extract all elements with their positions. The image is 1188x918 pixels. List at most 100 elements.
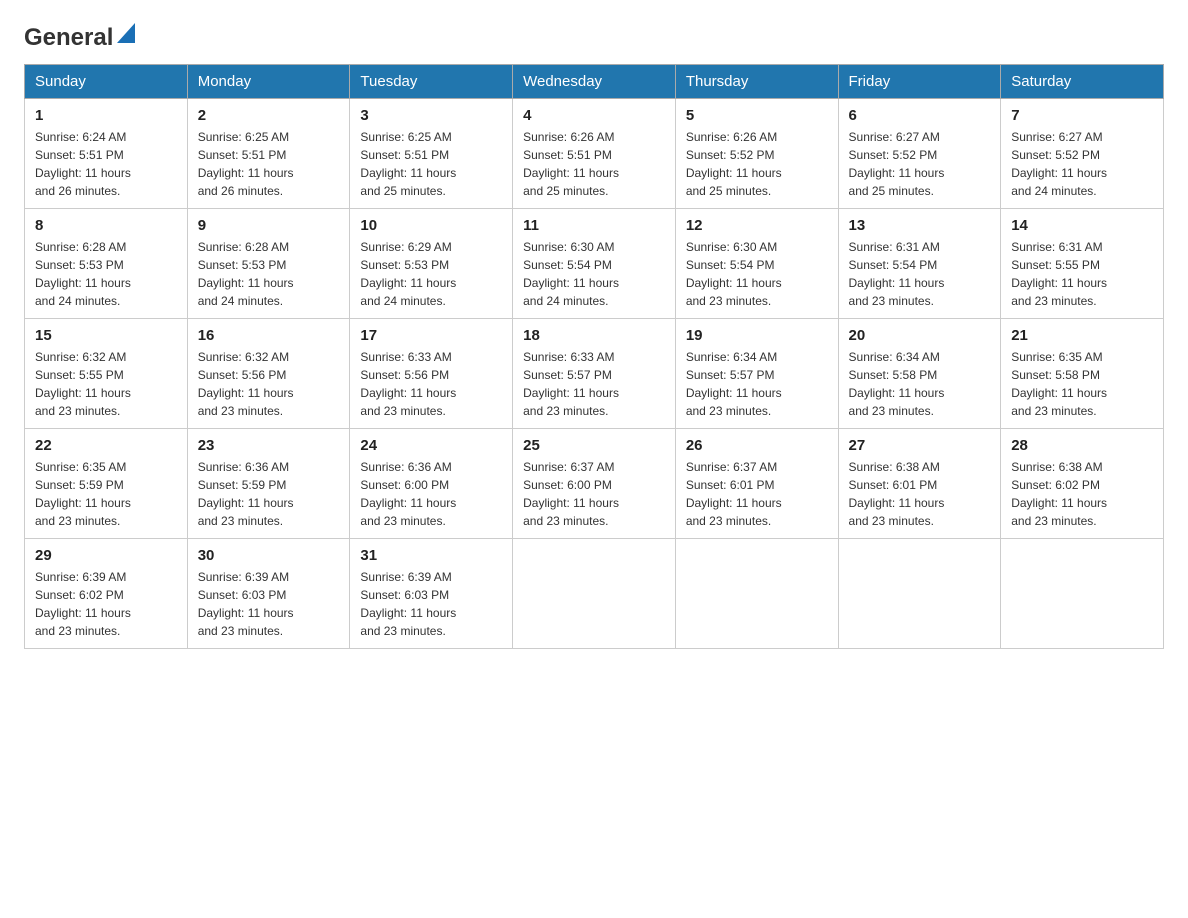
day-number: 1 (35, 107, 177, 124)
day-info: Sunrise: 6:27 AM Sunset: 5:52 PM Dayligh… (849, 128, 991, 200)
calendar-cell (1001, 539, 1164, 649)
day-number: 15 (35, 327, 177, 344)
day-number: 3 (360, 107, 502, 124)
day-info: Sunrise: 6:28 AM Sunset: 5:53 PM Dayligh… (35, 238, 177, 310)
day-info: Sunrise: 6:33 AM Sunset: 5:56 PM Dayligh… (360, 348, 502, 420)
day-number: 10 (360, 217, 502, 234)
calendar-cell: 18 Sunrise: 6:33 AM Sunset: 5:57 PM Dayl… (513, 319, 676, 429)
calendar-cell: 12 Sunrise: 6:30 AM Sunset: 5:54 PM Dayl… (675, 209, 838, 319)
day-info: Sunrise: 6:38 AM Sunset: 6:02 PM Dayligh… (1011, 458, 1153, 530)
calendar-cell: 16 Sunrise: 6:32 AM Sunset: 5:56 PM Dayl… (187, 319, 350, 429)
calendar-cell: 13 Sunrise: 6:31 AM Sunset: 5:54 PM Dayl… (838, 209, 1001, 319)
day-number: 19 (686, 327, 828, 344)
day-number: 31 (360, 547, 502, 564)
calendar-cell: 1 Sunrise: 6:24 AM Sunset: 5:51 PM Dayli… (25, 99, 188, 209)
calendar-cell: 20 Sunrise: 6:34 AM Sunset: 5:58 PM Dayl… (838, 319, 1001, 429)
day-number: 25 (523, 437, 665, 454)
calendar-table: SundayMondayTuesdayWednesdayThursdayFrid… (24, 64, 1164, 649)
calendar-cell: 26 Sunrise: 6:37 AM Sunset: 6:01 PM Dayl… (675, 429, 838, 539)
day-number: 6 (849, 107, 991, 124)
day-number: 28 (1011, 437, 1153, 454)
calendar-cell: 2 Sunrise: 6:25 AM Sunset: 5:51 PM Dayli… (187, 99, 350, 209)
day-info: Sunrise: 6:25 AM Sunset: 5:51 PM Dayligh… (360, 128, 502, 200)
calendar-cell: 24 Sunrise: 6:36 AM Sunset: 6:00 PM Dayl… (350, 429, 513, 539)
calendar-cell: 31 Sunrise: 6:39 AM Sunset: 6:03 PM Dayl… (350, 539, 513, 649)
page-header: General (24, 24, 1164, 48)
day-number: 22 (35, 437, 177, 454)
day-info: Sunrise: 6:30 AM Sunset: 5:54 PM Dayligh… (523, 238, 665, 310)
day-number: 2 (198, 107, 340, 124)
calendar-cell: 7 Sunrise: 6:27 AM Sunset: 5:52 PM Dayli… (1001, 99, 1164, 209)
day-info: Sunrise: 6:31 AM Sunset: 5:55 PM Dayligh… (1011, 238, 1153, 310)
day-info: Sunrise: 6:33 AM Sunset: 5:57 PM Dayligh… (523, 348, 665, 420)
day-number: 9 (198, 217, 340, 234)
calendar-cell: 29 Sunrise: 6:39 AM Sunset: 6:02 PM Dayl… (25, 539, 188, 649)
calendar-cell: 19 Sunrise: 6:34 AM Sunset: 5:57 PM Dayl… (675, 319, 838, 429)
day-info: Sunrise: 6:35 AM Sunset: 5:59 PM Dayligh… (35, 458, 177, 530)
day-info: Sunrise: 6:26 AM Sunset: 5:52 PM Dayligh… (686, 128, 828, 200)
calendar-cell (675, 539, 838, 649)
day-number: 11 (523, 217, 665, 234)
day-number: 18 (523, 327, 665, 344)
calendar-cell: 28 Sunrise: 6:38 AM Sunset: 6:02 PM Dayl… (1001, 429, 1164, 539)
calendar-cell: 15 Sunrise: 6:32 AM Sunset: 5:55 PM Dayl… (25, 319, 188, 429)
day-info: Sunrise: 6:24 AM Sunset: 5:51 PM Dayligh… (35, 128, 177, 200)
day-info: Sunrise: 6:34 AM Sunset: 5:57 PM Dayligh… (686, 348, 828, 420)
day-info: Sunrise: 6:36 AM Sunset: 5:59 PM Dayligh… (198, 458, 340, 530)
day-number: 24 (360, 437, 502, 454)
logo: General (24, 24, 135, 48)
day-info: Sunrise: 6:39 AM Sunset: 6:03 PM Dayligh… (198, 568, 340, 640)
calendar-header-row: SundayMondayTuesdayWednesdayThursdayFrid… (25, 65, 1164, 99)
calendar-cell: 3 Sunrise: 6:25 AM Sunset: 5:51 PM Dayli… (350, 99, 513, 209)
day-info: Sunrise: 6:39 AM Sunset: 6:02 PM Dayligh… (35, 568, 177, 640)
calendar-cell: 17 Sunrise: 6:33 AM Sunset: 5:56 PM Dayl… (350, 319, 513, 429)
calendar-cell: 4 Sunrise: 6:26 AM Sunset: 5:51 PM Dayli… (513, 99, 676, 209)
day-info: Sunrise: 6:35 AM Sunset: 5:58 PM Dayligh… (1011, 348, 1153, 420)
day-of-week-header: Saturday (1001, 65, 1164, 99)
calendar-week-row: 29 Sunrise: 6:39 AM Sunset: 6:02 PM Dayl… (25, 539, 1164, 649)
day-of-week-header: Tuesday (350, 65, 513, 99)
day-number: 4 (523, 107, 665, 124)
calendar-cell: 6 Sunrise: 6:27 AM Sunset: 5:52 PM Dayli… (838, 99, 1001, 209)
day-info: Sunrise: 6:30 AM Sunset: 5:54 PM Dayligh… (686, 238, 828, 310)
calendar-week-row: 8 Sunrise: 6:28 AM Sunset: 5:53 PM Dayli… (25, 209, 1164, 319)
day-number: 7 (1011, 107, 1153, 124)
calendar-cell: 22 Sunrise: 6:35 AM Sunset: 5:59 PM Dayl… (25, 429, 188, 539)
day-info: Sunrise: 6:32 AM Sunset: 5:56 PM Dayligh… (198, 348, 340, 420)
calendar-cell: 10 Sunrise: 6:29 AM Sunset: 5:53 PM Dayl… (350, 209, 513, 319)
day-info: Sunrise: 6:34 AM Sunset: 5:58 PM Dayligh… (849, 348, 991, 420)
calendar-week-row: 15 Sunrise: 6:32 AM Sunset: 5:55 PM Dayl… (25, 319, 1164, 429)
day-number: 20 (849, 327, 991, 344)
day-number: 23 (198, 437, 340, 454)
day-of-week-header: Friday (838, 65, 1001, 99)
day-info: Sunrise: 6:28 AM Sunset: 5:53 PM Dayligh… (198, 238, 340, 310)
day-info: Sunrise: 6:31 AM Sunset: 5:54 PM Dayligh… (849, 238, 991, 310)
day-number: 8 (35, 217, 177, 234)
day-number: 17 (360, 327, 502, 344)
logo-general-text: General (24, 24, 113, 52)
calendar-cell: 30 Sunrise: 6:39 AM Sunset: 6:03 PM Dayl… (187, 539, 350, 649)
day-of-week-header: Monday (187, 65, 350, 99)
day-info: Sunrise: 6:25 AM Sunset: 5:51 PM Dayligh… (198, 128, 340, 200)
day-of-week-header: Sunday (25, 65, 188, 99)
calendar-cell: 27 Sunrise: 6:38 AM Sunset: 6:01 PM Dayl… (838, 429, 1001, 539)
day-info: Sunrise: 6:27 AM Sunset: 5:52 PM Dayligh… (1011, 128, 1153, 200)
day-number: 12 (686, 217, 828, 234)
day-number: 16 (198, 327, 340, 344)
day-of-week-header: Thursday (675, 65, 838, 99)
calendar-cell: 5 Sunrise: 6:26 AM Sunset: 5:52 PM Dayli… (675, 99, 838, 209)
day-number: 5 (686, 107, 828, 124)
calendar-cell (838, 539, 1001, 649)
calendar-cell: 23 Sunrise: 6:36 AM Sunset: 5:59 PM Dayl… (187, 429, 350, 539)
day-info: Sunrise: 6:38 AM Sunset: 6:01 PM Dayligh… (849, 458, 991, 530)
calendar-cell: 21 Sunrise: 6:35 AM Sunset: 5:58 PM Dayl… (1001, 319, 1164, 429)
day-number: 27 (849, 437, 991, 454)
calendar-cell: 8 Sunrise: 6:28 AM Sunset: 5:53 PM Dayli… (25, 209, 188, 319)
day-info: Sunrise: 6:36 AM Sunset: 6:00 PM Dayligh… (360, 458, 502, 530)
day-number: 14 (1011, 217, 1153, 234)
day-info: Sunrise: 6:37 AM Sunset: 6:00 PM Dayligh… (523, 458, 665, 530)
logo-triangle-icon (117, 23, 135, 48)
calendar-cell (513, 539, 676, 649)
day-info: Sunrise: 6:37 AM Sunset: 6:01 PM Dayligh… (686, 458, 828, 530)
day-number: 30 (198, 547, 340, 564)
